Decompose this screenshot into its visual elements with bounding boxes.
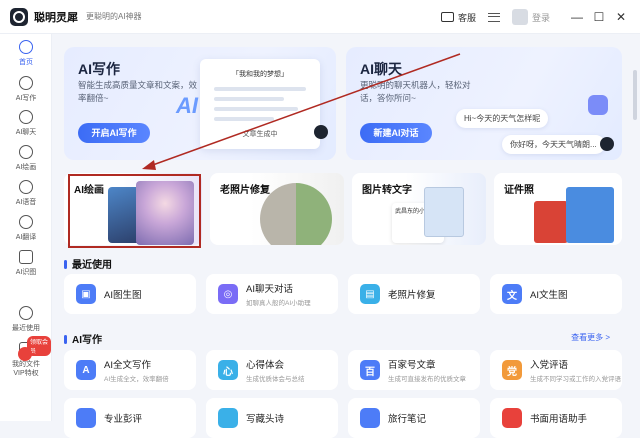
annotation-arrow [142, 53, 461, 170]
